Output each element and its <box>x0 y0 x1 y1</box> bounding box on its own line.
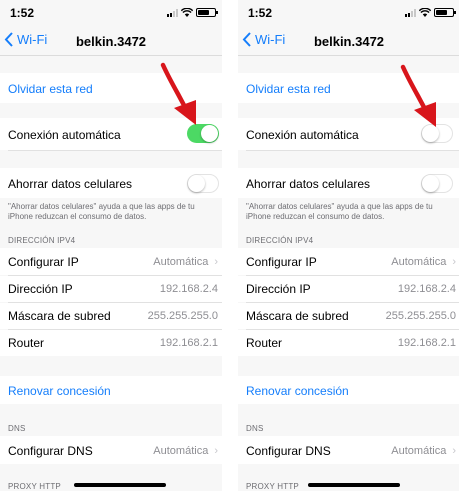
subnet-label: Máscara de subred <box>8 309 111 323</box>
home-indicator[interactable] <box>74 483 166 487</box>
red-arrow-annotation <box>400 64 436 127</box>
configure-dns-value: Automática › <box>153 445 218 457</box>
cellular-signal-icon <box>405 8 416 17</box>
router-value: 192.168.2.1 <box>159 337 218 349</box>
battery-icon <box>196 8 218 17</box>
subnet-label: Máscara de subred <box>246 309 349 323</box>
settings-screen-right: 1:52 Wi-Fi belkin.3472 Olvidar esta red … <box>238 0 459 491</box>
dns-section-header: DNS <box>246 424 264 433</box>
wifi-icon <box>419 8 431 17</box>
ipv4-section-header: DIRECCIÓN IPV4 <box>8 236 76 245</box>
auto-join-label: Conexión automática <box>8 128 121 142</box>
red-arrow-annotation <box>160 62 196 125</box>
navigation-bar: Wi-Fi belkin.3472 <box>238 26 459 56</box>
status-bar: 1:52 <box>238 0 459 26</box>
forget-network-link[interactable]: Olvidar esta red <box>8 82 93 96</box>
status-time: 1:52 <box>248 6 273 20</box>
router-row: Router 192.168.2.1 <box>238 330 459 356</box>
configure-dns-row[interactable]: Configurar DNS Automática › <box>0 436 222 464</box>
dns-section-header: DNS <box>8 424 26 433</box>
configure-ip-value: Automática › <box>153 256 218 268</box>
home-indicator[interactable] <box>308 483 400 487</box>
low-data-label: Ahorrar datos celulares <box>8 177 133 191</box>
chevron-right-icon: › <box>452 445 456 457</box>
forget-network-link[interactable]: Olvidar esta red <box>246 82 331 96</box>
chevron-right-icon: › <box>452 256 456 268</box>
settings-screen-left: 1:52 Wi-Fi belkin.3472 Olvidar esta red … <box>0 0 222 491</box>
router-label: Router <box>8 336 45 350</box>
configure-ip-value: Automática › <box>391 256 456 268</box>
renew-lease-link[interactable]: Renovar concesión <box>8 384 111 398</box>
subnet-row: Máscara de subred 255.255.255.0 <box>238 303 459 329</box>
status-bar: 1:52 <box>0 0 222 26</box>
renew-lease-link[interactable]: Renovar concesión <box>246 384 349 398</box>
wifi-icon <box>181 8 193 17</box>
low-data-label: Ahorrar datos celulares <box>246 177 371 191</box>
router-value: 192.168.2.1 <box>397 337 456 349</box>
ip-address-value: 192.168.2.4 <box>397 283 456 295</box>
ip-address-label: Dirección IP <box>246 282 311 296</box>
status-icons <box>167 8 218 17</box>
subnet-value: 255.255.255.0 <box>147 310 218 322</box>
low-data-row: Ahorrar datos celulares <box>0 168 222 198</box>
separator <box>8 150 222 151</box>
configure-ip-row[interactable]: Configurar IP Automática › <box>0 248 222 275</box>
page-title: belkin.3472 <box>75 34 147 49</box>
configure-ip-row[interactable]: Configurar IP Automática › <box>238 248 459 275</box>
configure-ip-label: Configurar IP <box>246 255 317 269</box>
subnet-row: Máscara de subred 255.255.255.0 <box>0 303 222 329</box>
chevron-right-icon: › <box>214 445 218 457</box>
router-row: Router 192.168.2.1 <box>0 330 222 356</box>
battery-icon <box>434 8 456 17</box>
auto-join-label: Conexión automática <box>246 128 359 142</box>
low-data-footnote: "Ahorrar datos celulares" ayuda a que la… <box>8 202 195 221</box>
low-data-toggle[interactable] <box>421 174 453 193</box>
proxy-section-header: PROXY HTTP <box>246 482 299 491</box>
ip-address-label: Dirección IP <box>8 282 73 296</box>
proxy-section-header: PROXY HTTP <box>8 482 61 491</box>
renew-lease-row[interactable]: Renovar concesión <box>238 376 459 404</box>
low-data-row: Ahorrar datos celulares <box>238 168 459 198</box>
configure-dns-value: Automática › <box>391 445 456 457</box>
low-data-toggle[interactable] <box>187 174 219 193</box>
chevron-right-icon: › <box>214 256 218 268</box>
status-icons <box>405 8 456 17</box>
configure-dns-label: Configurar DNS <box>246 444 331 458</box>
separator <box>246 150 459 151</box>
page-title: belkin.3472 <box>313 34 385 49</box>
navigation-bar: Wi-Fi belkin.3472 <box>0 26 222 56</box>
ip-address-row: Dirección IP 192.168.2.4 <box>0 276 222 302</box>
ip-address-row: Dirección IP 192.168.2.4 <box>238 276 459 302</box>
configure-ip-label: Configurar IP <box>8 255 79 269</box>
subnet-value: 255.255.255.0 <box>385 310 456 322</box>
ipv4-section-header: DIRECCIÓN IPV4 <box>246 236 314 245</box>
cellular-signal-icon <box>167 8 178 17</box>
low-data-footnote: "Ahorrar datos celulares" ayuda a que la… <box>246 202 433 221</box>
renew-lease-row[interactable]: Renovar concesión <box>0 376 222 404</box>
status-time: 1:52 <box>10 6 35 20</box>
screens-gap <box>222 0 238 491</box>
ip-address-value: 192.168.2.4 <box>159 283 218 295</box>
configure-dns-row[interactable]: Configurar DNS Automática › <box>238 436 459 464</box>
configure-dns-label: Configurar DNS <box>8 444 93 458</box>
router-label: Router <box>246 336 283 350</box>
